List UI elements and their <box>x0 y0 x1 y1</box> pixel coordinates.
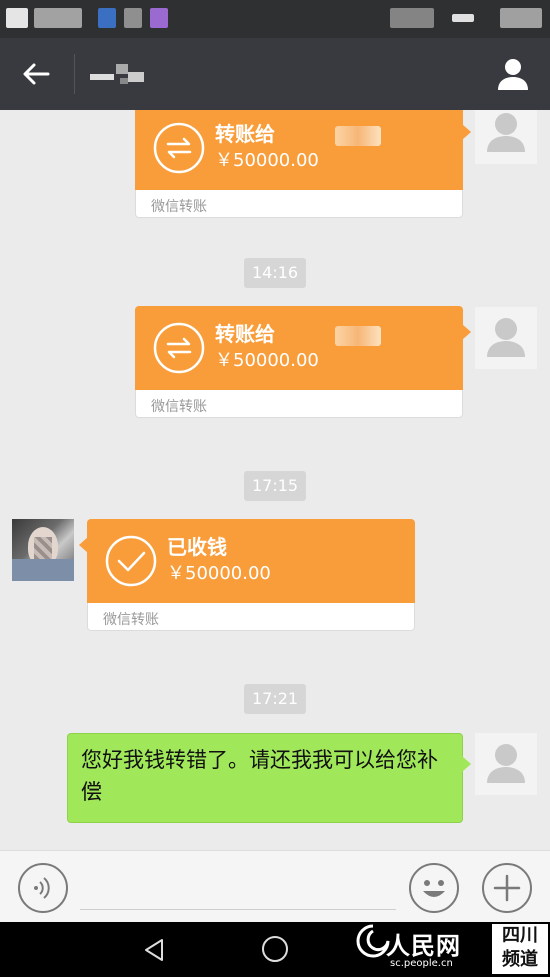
transfer-card-body: 转账给 ￥50000.00 <box>135 306 471 390</box>
transfer-card-body: 转账给 ￥50000.00 <box>135 110 471 190</box>
contact-avatar[interactable] <box>12 519 74 581</box>
received-title: 已收钱 <box>167 535 227 559</box>
transfer-card-footer: 微信转账 <box>135 390 463 418</box>
watermark-url: sc.people.cn <box>390 958 453 969</box>
nav-home-icon[interactable] <box>262 936 288 962</box>
back-arrow-icon[interactable] <box>18 56 54 92</box>
transfer-card-footer: 微信转账 <box>87 603 415 631</box>
checkmark-circle-icon <box>105 535 157 587</box>
transfer-arrows-icon <box>153 322 205 374</box>
watermark-channel-line1: 四川 <box>502 925 538 946</box>
transfer-title: 转账给 <box>215 322 275 346</box>
avatar-mosaic <box>34 537 52 559</box>
transfer-card[interactable]: 转账给 ￥50000.00 微信转账 <box>135 306 471 418</box>
status-icon-blur <box>34 8 82 28</box>
received-transfer-card[interactable]: 已收钱 ￥50000.00 微信转账 <box>79 519 415 631</box>
plus-icon <box>493 874 521 902</box>
people-daily-watermark: 人民网 sc.people.cn 四川 频道 <box>356 922 550 977</box>
emoji-button[interactable] <box>409 863 459 913</box>
my-avatar[interactable] <box>475 733 537 795</box>
title-bar <box>0 38 550 110</box>
my-avatar[interactable] <box>475 110 537 164</box>
voice-icon <box>34 877 50 899</box>
bubble-tail <box>462 756 471 772</box>
title-divider <box>74 54 75 94</box>
transfer-amount: ￥50000.00 <box>215 150 319 171</box>
bubble-tail <box>462 124 471 140</box>
watermark-logo-text: 人民网 <box>386 931 461 960</box>
watermark-channel: 四川 频道 <box>492 924 548 974</box>
chat-title-obscured <box>90 62 150 86</box>
transfer-amount: ￥50000.00 <box>167 563 271 584</box>
chat-area[interactable]: 转账给 ￥50000.00 微信转账 14:16 转账给 ￥50000.00 微… <box>0 110 550 850</box>
bubble-tail <box>462 324 471 340</box>
emoji-icon <box>423 880 445 897</box>
avatar-clothes <box>12 559 74 581</box>
status-icon-blur <box>500 8 542 28</box>
transfer-amount: ￥50000.00 <box>215 350 319 371</box>
transfer-card-footer: 微信转账 <box>135 190 463 218</box>
transfer-card-body: 已收钱 ￥50000.00 <box>79 519 415 603</box>
watermark-channel-line2: 频道 <box>502 949 538 970</box>
status-icon-blur <box>390 8 434 28</box>
status-icon-blur <box>6 8 28 28</box>
transfer-title: 转账给 <box>215 122 275 146</box>
recipient-name-obscured <box>335 126 381 146</box>
status-bar <box>0 0 550 38</box>
transfer-footer-label: 微信转账 <box>151 399 207 415</box>
default-avatar-icon <box>487 744 525 783</box>
input-bar <box>0 850 550 922</box>
bubble-tail <box>79 537 88 553</box>
transfer-footer-label: 微信转账 <box>103 612 159 628</box>
nav-back-icon[interactable] <box>140 936 168 964</box>
recipient-name-obscured <box>335 326 381 346</box>
transfer-arrows-icon <box>153 122 205 174</box>
transfer-card[interactable]: 转账给 ￥50000.00 微信转账 <box>135 110 471 218</box>
more-button[interactable] <box>482 863 532 913</box>
timestamp: 14:16 <box>244 258 307 288</box>
status-icon-blur <box>452 14 474 22</box>
default-avatar-icon <box>487 113 525 152</box>
default-avatar-icon <box>487 318 525 357</box>
people-logo-icon <box>356 924 390 958</box>
text-message-bubble[interactable]: 您好我钱转错了。请还我我可以给您补偿 <box>67 733 471 823</box>
status-icon-blur <box>150 8 168 28</box>
contact-info-icon[interactable] <box>494 56 532 92</box>
my-avatar[interactable] <box>475 307 537 369</box>
transfer-footer-label: 微信转账 <box>151 199 207 215</box>
message-text: 您好我钱转错了。请还我我可以给您补偿 <box>81 748 438 804</box>
timestamp: 17:15 <box>244 471 307 501</box>
voice-button[interactable] <box>18 863 68 913</box>
status-icon-blur <box>124 8 142 28</box>
message-input[interactable] <box>80 909 396 910</box>
timestamp: 17:21 <box>244 684 307 714</box>
status-icon-blur <box>98 8 116 28</box>
